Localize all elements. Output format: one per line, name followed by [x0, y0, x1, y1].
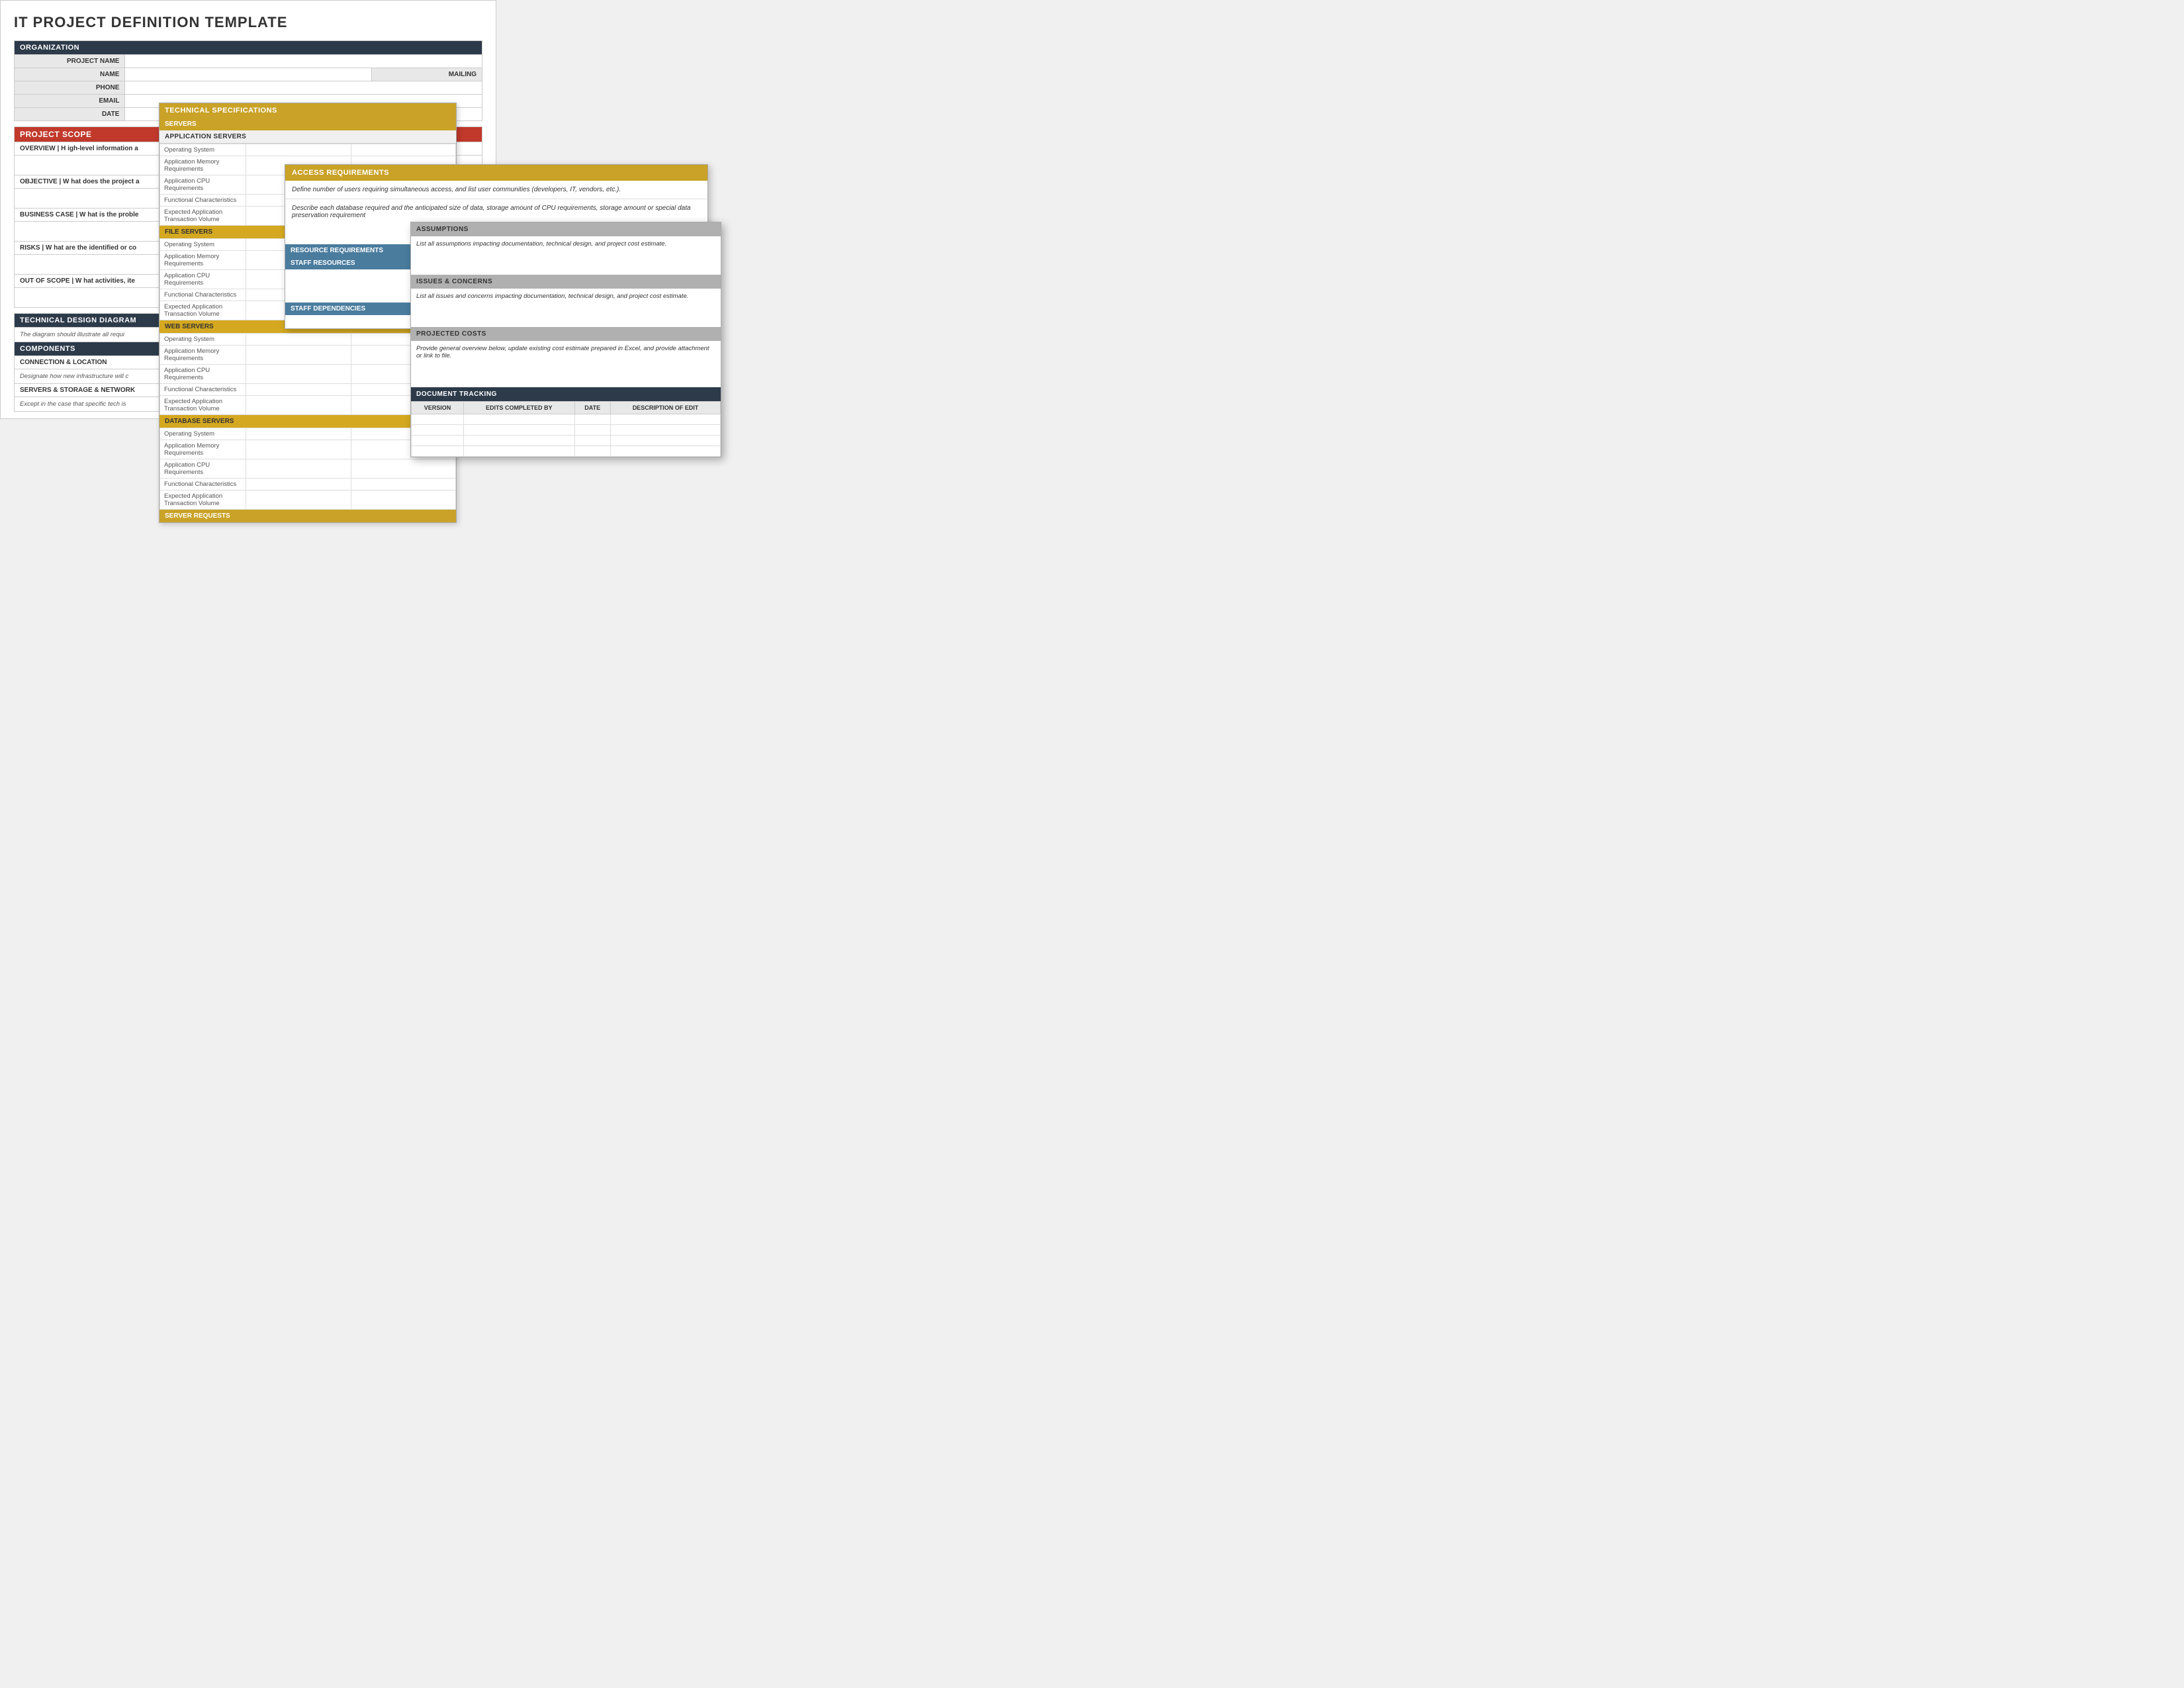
app-mem-label: Application Memory Requirements	[160, 156, 246, 175]
tracking-table: VERSION EDITS COMPLETED BY DATE DESCRIPT…	[411, 401, 721, 457]
email-label: EMAIL	[15, 95, 125, 108]
servers-sub-header: SERVERS	[159, 118, 456, 130]
name-label: NAME	[15, 68, 125, 81]
costs-header: PROJECTED COSTS	[411, 327, 721, 341]
table-row	[412, 436, 721, 446]
access-header: ACCESS REQUIREMENTS	[285, 165, 707, 181]
mailing-label: MAILING	[371, 68, 482, 81]
assumptions-document: ASSUMPTIONS List all assumptions impacti…	[410, 222, 721, 457]
table-row: Expected Application Transaction Volume	[160, 491, 456, 510]
func-char-label: Functional Characteristics	[160, 195, 246, 207]
tracking-header-row: VERSION EDITS COMPLETED BY DATE DESCRIPT…	[412, 402, 721, 414]
page-title: IT PROJECT DEFINITION TEMPLATE	[14, 14, 482, 31]
table-row: Operating System	[160, 144, 456, 156]
costs-desc: Provide general overview below, update e…	[411, 341, 721, 374]
table-row	[412, 414, 721, 425]
exp-vol-label: Expected Application Transaction Volume	[160, 207, 246, 226]
project-name-label: PROJECT NAME	[15, 55, 125, 68]
tracking-header: DOCUMENT TRACKING	[411, 387, 721, 401]
version-col: VERSION	[412, 402, 464, 414]
os-label: Operating System	[160, 144, 246, 156]
access-desc: Define number of users requiring simulta…	[285, 181, 707, 199]
phone-label: PHONE	[15, 81, 125, 95]
edits-col: EDITS COMPLETED BY	[463, 402, 574, 414]
desc-col: DESCRIPTION OF EDIT	[610, 402, 720, 414]
date-label: DATE	[15, 108, 125, 121]
table-row	[412, 425, 721, 436]
tech-specs-header: TECHNICAL SPECIFICATIONS	[159, 103, 456, 118]
table-row	[412, 446, 721, 457]
db-desc: Describe each database required and the …	[285, 199, 707, 224]
app-cpu-label: Application CPU Requirements	[160, 175, 246, 195]
issues-desc: List all issues and concerns impacting d…	[411, 289, 721, 322]
app-servers-header: APPLICATION SERVERS	[159, 130, 456, 144]
org-header: ORGANIZATION	[15, 41, 482, 55]
server-requests-header: SERVER REQUESTS	[159, 510, 456, 522]
date-col: DATE	[574, 402, 610, 414]
table-row: Application CPU Requirements	[160, 459, 456, 479]
assumptions-desc: List all assumptions impacting documenta…	[411, 236, 721, 269]
document-tracking: DOCUMENT TRACKING VERSION EDITS COMPLETE…	[411, 387, 721, 457]
table-row: Functional Characteristics	[160, 479, 456, 491]
issues-header: ISSUES & CONCERNS	[411, 275, 721, 289]
assumptions-header: ASSUMPTIONS	[411, 222, 721, 236]
